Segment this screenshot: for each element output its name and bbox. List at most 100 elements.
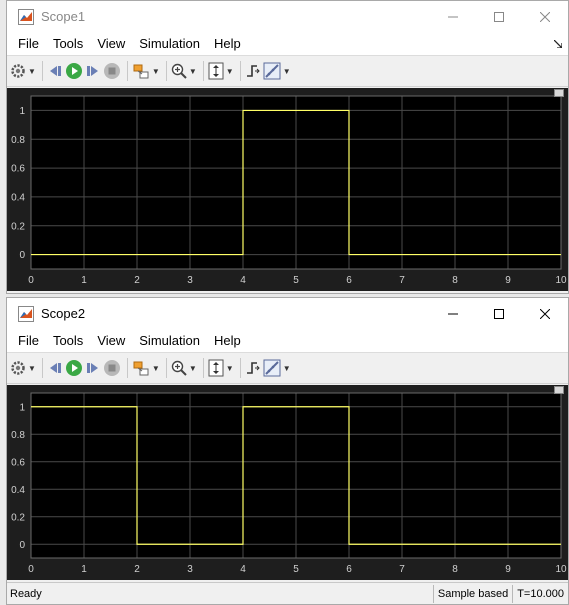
y-tick-label: 0 <box>19 540 25 551</box>
zoom-in-icon <box>171 360 187 376</box>
zoom-in-icon <box>171 63 187 79</box>
run-icon <box>65 63 82 79</box>
autoscale-button[interactable]: ▼ <box>208 357 234 379</box>
x-tick-label: 4 <box>240 275 246 286</box>
maximize-icon <box>494 11 504 22</box>
measure-icon <box>263 359 281 377</box>
matlab-logo-icon <box>18 305 34 322</box>
step-forward-icon <box>86 363 98 373</box>
minimize-icon <box>448 313 458 314</box>
zoom-button[interactable]: ▼ <box>171 357 197 379</box>
menu-tools[interactable]: Tools <box>46 329 90 353</box>
x-tick-label: 10 <box>555 564 567 575</box>
x-tick-label: 2 <box>134 275 140 286</box>
close-button[interactable] <box>522 1 568 32</box>
x-tick-label: 5 <box>293 275 299 286</box>
step-forward-button[interactable] <box>85 357 101 379</box>
step-forward-icon <box>86 66 98 76</box>
run-button[interactable] <box>65 60 83 82</box>
scope-axes[interactable]: 0 1 2 3 4 5 6 7 8 9 10 0 0.2 0.4 0.6 0.8 1 <box>7 88 568 291</box>
status-sample-mode: Sample based <box>432 584 512 603</box>
highlight-block-button[interactable]: ▼ <box>132 357 160 379</box>
title-bar[interactable]: Scope1 <box>7 1 568 32</box>
step-back-button[interactable] <box>47 357 63 379</box>
matlab-logo-icon <box>18 8 34 25</box>
toolbar: ▼ ▼ ▼ ▼ ▼ <box>7 353 568 384</box>
run-button[interactable] <box>65 357 83 379</box>
x-tick-label: 0 <box>28 275 34 286</box>
scope1-plot[interactable]: 0 1 2 3 4 5 6 7 8 9 10 0 0.2 0.4 0.6 0.8 1 <box>7 88 568 291</box>
expand-axes-button[interactable] <box>554 89 564 97</box>
menu-help[interactable]: Help <box>207 32 248 56</box>
zoom-button[interactable]: ▼ <box>171 60 197 82</box>
menu-file[interactable]: File <box>11 329 46 353</box>
y-tick-label: 0.4 <box>11 192 25 203</box>
x-tick-label: 7 <box>399 275 405 286</box>
x-tick-label: 8 <box>452 275 458 286</box>
stop-button[interactable] <box>103 357 121 379</box>
cursor-measurements-button[interactable]: ▼ <box>263 60 291 82</box>
scope1-window: Scope1 File Tools View Simulation Help ▼ <box>6 0 569 294</box>
configuration-button[interactable]: ▼ <box>10 60 36 82</box>
x-tick-label: 1 <box>81 275 87 286</box>
close-icon <box>540 11 550 22</box>
measure-icon <box>263 62 281 80</box>
x-tick-label: 5 <box>293 564 299 575</box>
step-back-icon <box>49 66 61 76</box>
x-tick-label: 10 <box>555 275 567 286</box>
close-icon <box>540 308 550 319</box>
x-tick-label: 4 <box>240 564 246 575</box>
x-tick-label: 6 <box>346 275 352 286</box>
menu-file[interactable]: File <box>11 32 46 56</box>
triggers-button[interactable] <box>245 357 261 379</box>
expand-axes-button[interactable] <box>554 386 564 394</box>
maximize-button[interactable] <box>476 298 522 329</box>
y-tick-label: 1 <box>19 402 25 413</box>
stop-button[interactable] <box>103 60 121 82</box>
autoscale-icon <box>208 62 224 80</box>
status-bar: Ready Sample based T=10.000 <box>7 582 568 604</box>
menu-bar: File Tools View Simulation Help <box>7 32 568 56</box>
menu-view[interactable]: View <box>90 329 132 353</box>
x-tick-label: 8 <box>452 564 458 575</box>
menu-simulation[interactable]: Simulation <box>132 329 207 353</box>
x-tick-label: 6 <box>346 564 352 575</box>
autoscale-icon <box>208 359 224 377</box>
minimize-button[interactable] <box>430 1 476 32</box>
configuration-button[interactable]: ▼ <box>10 357 36 379</box>
x-tick-label: 2 <box>134 564 140 575</box>
gear-icon <box>11 361 25 375</box>
highlight-block-button[interactable]: ▼ <box>132 60 160 82</box>
x-tick-label: 9 <box>505 275 511 286</box>
step-back-button[interactable] <box>47 60 63 82</box>
maximize-icon <box>494 308 504 319</box>
x-tick-label: 3 <box>187 564 193 575</box>
step-forward-button[interactable] <box>85 60 101 82</box>
menu-view[interactable]: View <box>90 32 132 56</box>
scope-axes[interactable]: 0 1 2 3 4 5 6 7 8 9 10 0 0.2 0.4 0.6 0.8 1 <box>7 385 568 580</box>
close-button[interactable] <box>522 298 568 329</box>
trigger-icon <box>246 65 260 77</box>
x-tick-label: 3 <box>187 275 193 286</box>
step-back-icon <box>49 363 61 373</box>
scope2-window: Scope2 File Tools View Simulation Help ▼ <box>6 297 569 605</box>
maximize-button[interactable] <box>476 1 522 32</box>
menu-help[interactable]: Help <box>207 329 248 353</box>
title-bar[interactable]: Scope2 <box>7 298 568 329</box>
highlight-icon <box>133 361 149 376</box>
y-tick-label: 0.6 <box>11 457 25 468</box>
y-tick-label: 0.2 <box>11 221 25 232</box>
highlight-icon <box>133 64 149 79</box>
minimize-icon <box>448 16 458 17</box>
menu-tools[interactable]: Tools <box>46 32 90 56</box>
y-tick-label: 0.4 <box>11 485 25 496</box>
window-title: Scope2 <box>41 306 86 321</box>
x-tick-label: 9 <box>505 564 511 575</box>
scope2-plot[interactable]: 0 1 2 3 4 5 6 7 8 9 10 0 0.2 0.4 0.6 0.8 1 <box>7 385 568 580</box>
cursor-measurements-button[interactable]: ▼ <box>263 357 291 379</box>
menu-simulation[interactable]: Simulation <box>132 32 207 56</box>
autoscale-button[interactable]: ▼ <box>208 60 234 82</box>
minimize-button[interactable] <box>430 298 476 329</box>
undock-arrow-icon[interactable] <box>554 40 562 48</box>
triggers-button[interactable] <box>245 60 261 82</box>
